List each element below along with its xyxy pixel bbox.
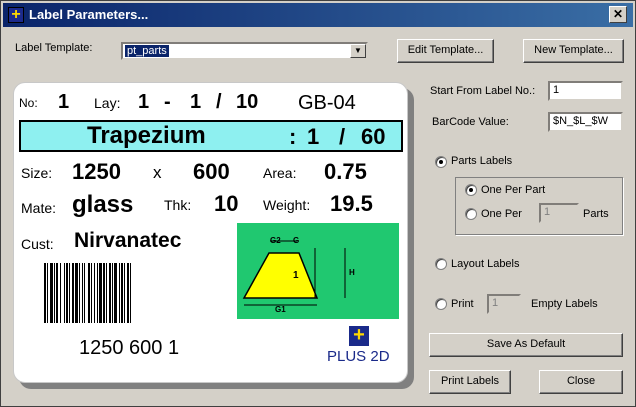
one-per-input[interactable]: 1	[539, 203, 579, 223]
lay-b: 1	[190, 91, 202, 113]
part-code: GB-04	[298, 92, 356, 114]
close-button[interactable]: Close	[539, 370, 623, 394]
area-value: 0.75	[324, 159, 367, 184]
no-label: No:	[19, 96, 38, 110]
lay-label: Lay:	[94, 95, 121, 111]
lay-dash: -	[164, 91, 171, 113]
barcode-value-input[interactable]: $N_$L_$W	[548, 112, 623, 132]
lay-slash: /	[216, 91, 222, 113]
size-x: x	[153, 163, 162, 182]
count-slash: /	[339, 124, 346, 149]
layout-labels-label: Layout Labels	[451, 258, 520, 270]
print-label: Print	[451, 298, 474, 310]
mate-value: glass	[72, 191, 134, 218]
print-empty-radio[interactable]	[435, 298, 447, 310]
count-colon: :	[289, 124, 297, 149]
title-bar[interactable]: + Label Parameters... ✕	[3, 3, 633, 27]
size-h: 600	[193, 159, 230, 184]
shape-name: Trapezium	[87, 122, 206, 149]
one-per-radio[interactable]	[465, 208, 477, 220]
start-label-input[interactable]: 1	[548, 81, 623, 101]
one-per-label: One Per	[481, 208, 522, 220]
parts-suffix-label: Parts	[583, 208, 609, 220]
label-parameters-window: + Label Parameters... ✕ Label Template: …	[0, 0, 636, 407]
area-label: Area:	[263, 165, 297, 181]
window-title: Label Parameters...	[29, 7, 149, 22]
new-template-button[interactable]: New Template...	[523, 39, 624, 63]
thk-value: 10	[214, 191, 239, 216]
one-per-part-label: One Per Part	[481, 184, 546, 196]
barcode-value-label: BarCode Value:	[432, 116, 509, 128]
cust-label: Cust:	[21, 236, 54, 252]
barcode-image	[44, 263, 200, 323]
app-plus-icon: +	[8, 7, 24, 23]
cust-value: Nirvanatec	[74, 229, 182, 252]
logo-text: PLUS 2D	[327, 348, 390, 365]
save-as-default-button[interactable]: Save As Default	[429, 333, 623, 357]
start-label-text: Start From Label No.:	[430, 85, 536, 97]
lay-c: 10	[236, 91, 259, 113]
label-template-value: pt_parts	[125, 45, 169, 57]
diagram-h: H	[349, 268, 355, 277]
layout-labels-radio[interactable]	[435, 258, 447, 270]
empty-count-input[interactable]: 1	[487, 294, 521, 314]
empty-labels-label: Empty Labels	[531, 298, 598, 310]
count-a: 1	[307, 124, 320, 149]
weight-value: 19.5	[330, 191, 373, 216]
close-window-button[interactable]: ✕	[609, 6, 627, 23]
edit-template-button[interactable]: Edit Template...	[397, 39, 494, 63]
barcode-text: 1250 600 1	[79, 337, 180, 359]
label-preview: No: 1 Lay: 1 - 1 / 10 GB-04 Trapezium : …	[13, 82, 408, 383]
shape-diagram: G2 G H G1 1	[237, 223, 399, 319]
diagram-g2: G2	[270, 236, 281, 245]
one-per-part-radio[interactable]	[465, 184, 477, 196]
size-w: 1250	[72, 159, 121, 184]
parts-labels-label: Parts Labels	[451, 155, 513, 167]
trapezium-diagram	[242, 240, 346, 306]
print-labels-button[interactable]: Print Labels	[429, 370, 511, 394]
shape-band: Trapezium : 1 / 60	[19, 120, 403, 152]
thk-label: Thk:	[164, 197, 192, 213]
no-value: 1	[58, 91, 70, 113]
parts-labels-radio[interactable]	[435, 156, 447, 168]
chevron-down-icon[interactable]: ▼	[350, 44, 366, 58]
mate-label: Mate:	[21, 200, 57, 216]
weight-label: Weight:	[263, 197, 311, 213]
count-b: 60	[361, 124, 386, 149]
label-template-dropdown[interactable]: pt_parts ▼	[121, 42, 368, 60]
label-template-label: Label Template:	[15, 42, 93, 54]
diagram-part-number: 1	[293, 270, 299, 281]
size-label: Size:	[21, 165, 53, 181]
lay-a: 1	[138, 91, 150, 113]
diagram-g: G	[293, 236, 300, 245]
plus2d-logo-icon: +	[349, 325, 369, 346]
diagram-g1: G1	[275, 305, 286, 314]
